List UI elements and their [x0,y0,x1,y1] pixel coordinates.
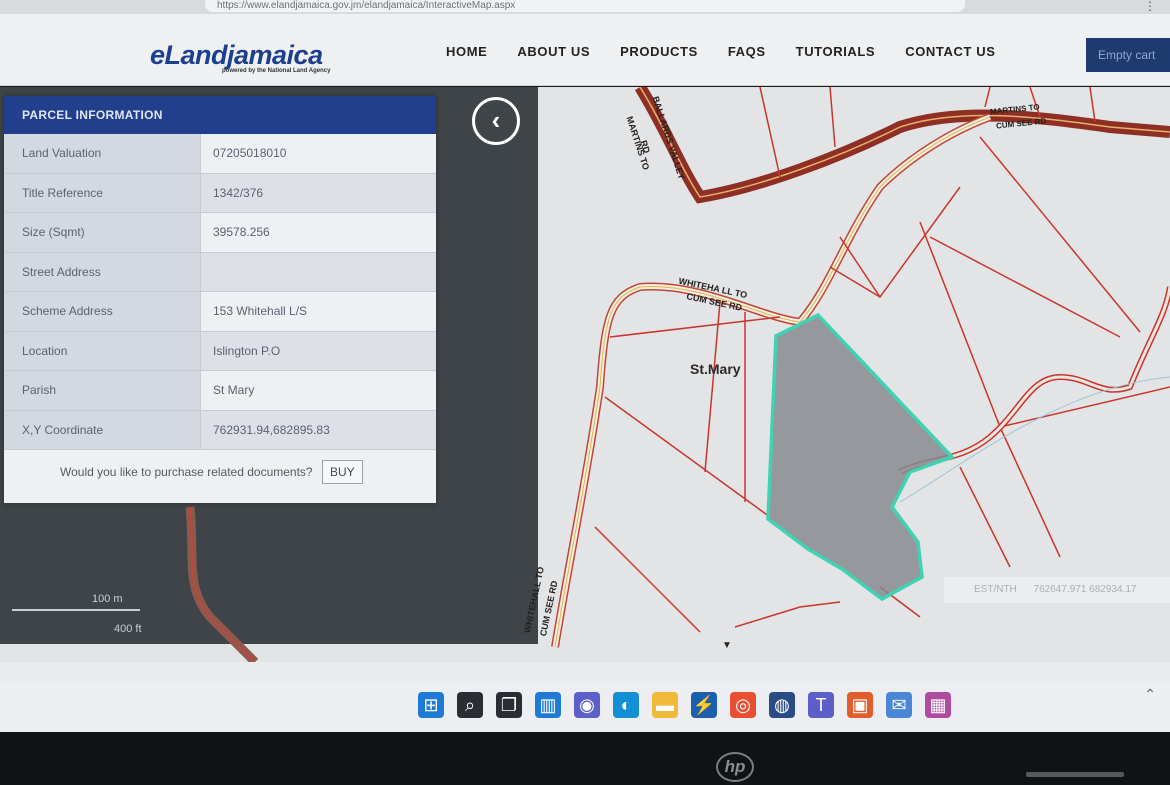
browser-url-bar[interactable]: https://www.elandjamaica.gov.jm/elandjam… [0,0,1170,14]
windows-taskbar: ⊞ ⌕ ❐ ▥ ◉ ◐ ▬ ⚡ ◎ ◍ T ▣ ✉ ▦ ⌃ [0,682,1170,732]
info-value: 153 Whitehall L/S [213,304,308,318]
info-label: Land Valuation [4,134,201,173]
office-icon[interactable]: ▣ [847,692,873,718]
info-row-parish: Parish St Mary [4,371,436,411]
task-view-icon[interactable]: ❐ [496,692,522,718]
nav-products[interactable]: PRODUCTS [620,44,698,59]
info-row-land-valuation: Land Valuation 07205018010 [4,134,436,174]
info-row-street-address: Street Address [4,252,436,292]
info-row-scheme-address: Scheme Address 153 Whitehall L/S [4,292,436,332]
scale-metric: 100 m [92,593,123,605]
info-row-xy-coordinate: X,Y Coordinate 762931.94,682895.83 [4,410,436,450]
panel-title: PARCEL INFORMATION [4,96,436,134]
coordinate-readout: EST/NTH 762647.971 682934.17 [944,577,1170,603]
info-row-size: Size (Sqmt) 39578.256 [4,213,436,253]
scale-line [12,609,140,611]
windows-start-icon[interactable]: ⊞ [418,692,444,718]
main-nav: HOME ABOUT US PRODUCTS FAQS TUTORIALS CO… [446,44,1025,59]
chrome-icon[interactable]: ◎ [730,692,756,718]
search-icon[interactable]: ⌕ [457,692,483,718]
site-logo[interactable]: eLandjamaica [150,40,323,71]
site-tagline: powered by the National Land Agency [222,68,331,74]
browser-bottom-band [0,662,1170,682]
info-label: Scheme Address [4,292,201,331]
info-label: Location [4,331,201,370]
chat-icon[interactable]: ◉ [574,692,600,718]
nav-home[interactable]: HOME [446,44,487,59]
info-label: Street Address [4,252,201,291]
site-header: eLandjamaica powered by the National Lan… [0,14,1170,86]
scale-bar: 100 m 400 ft [12,593,142,635]
laptop-bezel [0,732,1170,785]
url-text[interactable]: https://www.elandjamaica.gov.jm/elandjam… [205,0,965,12]
road-dark-area-edge [189,506,256,662]
purchase-row: Would you like to purchase related docum… [4,450,436,484]
power-automate-icon[interactable]: ⚡ [691,692,717,718]
scale-imperial: 400 ft [114,623,142,635]
info-value [201,252,436,291]
back-chevron-icon[interactable]: ‹ [472,97,520,145]
buy-button[interactable]: BUY [321,460,363,484]
info-value: 07205018010 [213,146,287,160]
map-expand-caret-icon[interactable]: ▼ [722,640,732,651]
stream-line [899,376,1170,503]
widgets-icon[interactable]: ▥ [535,692,561,718]
info-row-location: Location Islington P.O [4,331,436,371]
browser-menu-icon[interactable]: ⋮ [1144,0,1156,12]
info-label: X,Y Coordinate [4,410,201,449]
info-value: Islington P.O [201,331,436,370]
info-value: 39578.256 [213,225,270,239]
mail-icon[interactable]: ✉ [886,692,912,718]
taskbar-icons: ⊞ ⌕ ❐ ▥ ◉ ◐ ▬ ⚡ ◎ ◍ T ▣ ✉ ▦ [418,692,951,718]
file-explorer-icon[interactable]: ▬ [652,692,678,718]
selected-parcel[interactable] [766,312,956,602]
app-icon[interactable]: ◍ [769,692,795,718]
coordinate-label: EST/NTH [974,584,1017,595]
screen: https://www.elandjamaica.gov.jm/elandjam… [0,0,1170,785]
hp-logo: hp [716,752,754,782]
nav-faqs[interactable]: FAQS [728,44,766,59]
coordinate-value: 762647.971 682934.17 [1033,584,1137,595]
road-dark-area [185,506,259,662]
parcel-info-panel: PARCEL INFORMATION Land Valuation 072050… [4,96,436,503]
info-label: Parish [4,371,201,410]
info-label: Title Reference [4,173,201,212]
info-row-title-reference: Title Reference 1342/376 [4,173,436,213]
cart-button[interactable]: Empty cart [1086,38,1170,72]
info-value: 1342/376 [201,173,436,212]
info-label: Size (Sqmt) [4,213,201,252]
info-value: St Mary [213,383,255,397]
teams-icon[interactable]: T [808,692,834,718]
nav-tutorials[interactable]: TUTORIALS [796,44,876,59]
tray-chevron-icon[interactable]: ⌃ [1144,686,1156,703]
edge-icon[interactable]: ◐ [613,692,639,718]
nav-contact-us[interactable]: CONTACT US [905,44,995,59]
bezel-indicator [1026,772,1124,777]
nav-about-us[interactable]: ABOUT US [517,44,590,59]
store-icon[interactable]: ▦ [925,692,951,718]
purchase-prompt: Would you like to purchase related docum… [60,465,313,479]
parish-label: St.Mary [690,361,741,377]
road-ballards-valley [634,87,1170,204]
road-ballards-centerline [639,87,1170,198]
info-value: 762931.94,682895.83 [201,410,436,449]
